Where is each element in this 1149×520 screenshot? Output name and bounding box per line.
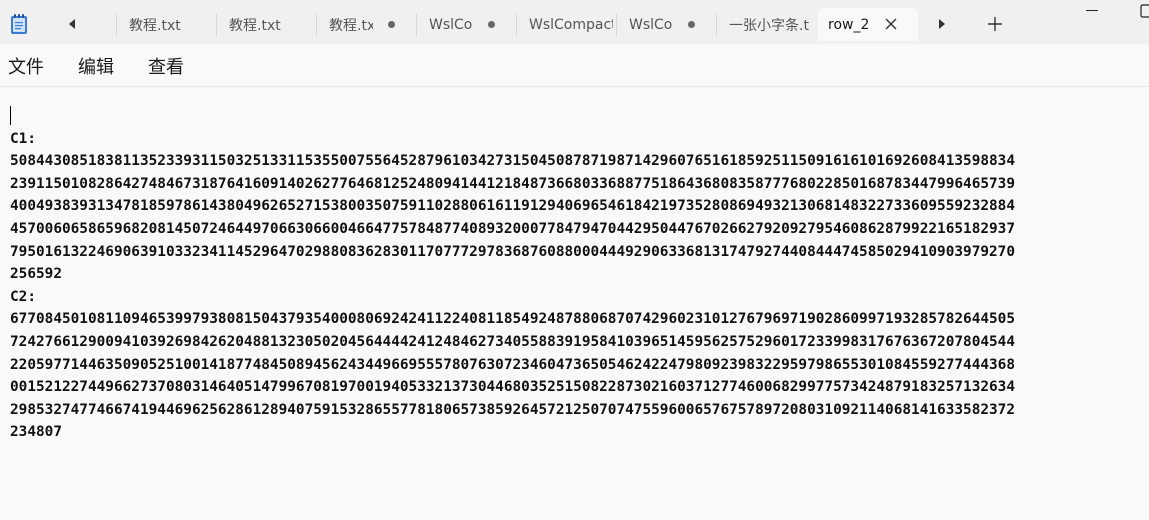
tab-jiaocheng-1[interactable]: 教程.txt bbox=[118, 8, 214, 41]
tab-separator bbox=[616, 14, 617, 36]
tab-separator bbox=[416, 14, 417, 36]
text-line: 4570060658659682081450724644970663066004… bbox=[10, 220, 1016, 237]
tab-wslcompact[interactable]: WslCompact bbox=[518, 8, 614, 41]
document-text[interactable]: C1: 5084430851838113523393115032513311535… bbox=[10, 105, 1015, 489]
text-line: 2985327477466741944696256286128940759153… bbox=[10, 401, 1016, 418]
maximize-icon[interactable] bbox=[1140, 0, 1149, 22]
tab-separator bbox=[116, 14, 117, 36]
text-line: 7242766129009410392698426204881323050204… bbox=[10, 333, 1016, 350]
unsaved-dot-icon bbox=[688, 21, 695, 28]
tab-note[interactable]: 一张小字条.t bbox=[718, 8, 816, 41]
text-line: 0015212274496627370803146405147996708197… bbox=[10, 379, 1016, 396]
tab-label: WslCompact bbox=[529, 16, 613, 33]
scroll-tabs-right-button[interactable] bbox=[932, 14, 952, 34]
tab-separator bbox=[516, 14, 517, 36]
text-line: 7950161322469063910332341145296470298808… bbox=[10, 243, 1016, 260]
tab-label: WslCo bbox=[429, 16, 473, 33]
text-line: 4004938393134781859786143804962652715380… bbox=[10, 198, 1016, 215]
chevron-left-icon bbox=[69, 19, 75, 29]
tab-wslco-2[interactable]: WslCo bbox=[618, 8, 714, 41]
menu-edit[interactable]: 编辑 bbox=[78, 53, 114, 79]
tab-wslco-1[interactable]: WslCo bbox=[418, 8, 514, 41]
tab-label: 教程.tx bbox=[329, 17, 373, 34]
tab-label: WslCo bbox=[629, 16, 673, 33]
minimize-icon[interactable] bbox=[1084, 0, 1100, 22]
menu-bar: 文件 编辑 查看 bbox=[0, 44, 1149, 87]
text-line: C2: bbox=[10, 288, 36, 305]
chevron-right-icon bbox=[939, 19, 945, 29]
menu-view[interactable]: 查看 bbox=[148, 53, 184, 79]
text-line: 234807 bbox=[10, 424, 62, 441]
scroll-tabs-left-button[interactable] bbox=[62, 14, 82, 34]
tab-jiaocheng-2[interactable]: 教程.txt bbox=[218, 8, 314, 41]
text-line: 2391150108286427484673187641609140262776… bbox=[10, 175, 1016, 192]
tab-label: 一张小字条.t bbox=[729, 17, 809, 34]
text-line: 2205977144635090525100141877484508945624… bbox=[10, 356, 1016, 373]
menu-file[interactable]: 文件 bbox=[8, 53, 44, 79]
text-caret bbox=[10, 106, 11, 125]
plus-icon[interactable] bbox=[986, 15, 1004, 33]
tab-row-2-active[interactable]: row_2 bbox=[818, 8, 918, 41]
unsaved-dot-icon bbox=[488, 21, 495, 28]
text-line: C1: bbox=[10, 130, 36, 147]
tab-label: 教程.txt bbox=[129, 17, 181, 34]
title-bar: 教程.txt 教程.txt 教程.tx WslCo WslCompact Wsl… bbox=[0, 0, 1149, 44]
notepad-icon bbox=[11, 14, 27, 34]
close-icon[interactable] bbox=[884, 17, 898, 31]
text-line: 5084430851838113523393115032513311535500… bbox=[10, 153, 1016, 170]
tab-separator bbox=[716, 14, 717, 36]
tab-jiaocheng-3[interactable]: 教程.tx bbox=[318, 8, 414, 41]
text-line: 6770845010811094653997938081504379354000… bbox=[10, 311, 1016, 328]
tab-label: row_2 bbox=[828, 16, 870, 33]
tab-label: 教程.txt bbox=[229, 17, 281, 34]
text-line: 256592 bbox=[10, 266, 62, 283]
tab-separator bbox=[316, 14, 317, 36]
tab-separator bbox=[216, 14, 217, 36]
text-editor[interactable]: C1: 5084430851838113523393115032513311535… bbox=[0, 87, 1149, 520]
unsaved-dot-icon bbox=[388, 21, 395, 28]
